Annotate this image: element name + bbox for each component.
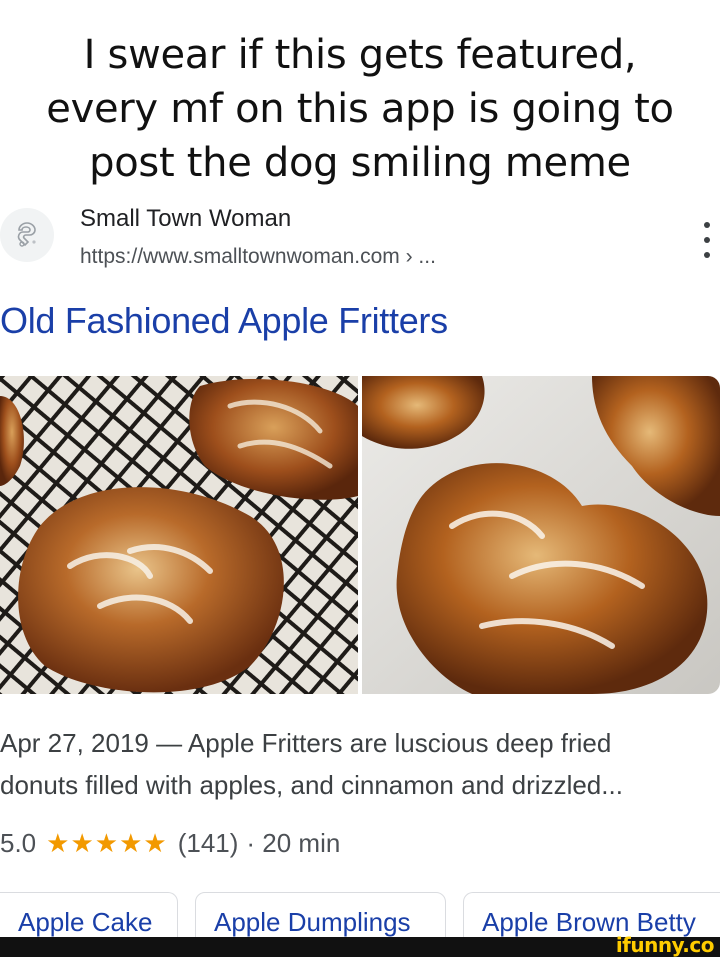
review-count: (141) [177, 828, 239, 858]
caption-line-3: post the dog smiling meme [89, 140, 631, 186]
caption-line-1: I swear if this gets featured, [83, 32, 637, 78]
more-vert-icon[interactable] [694, 222, 720, 258]
snippet-line-1: Apr 27, 2019 — Apple Fritters are luscio… [0, 728, 612, 758]
meme-caption: I swear if this gets featured, every mf … [0, 28, 720, 190]
ifunny-watermark: ifunny.co [615, 933, 715, 957]
result-source[interactable]: Small Town Woman https://www.smalltownwo… [0, 200, 720, 280]
result-images[interactable] [0, 376, 720, 694]
result-snippet: Apr 27, 2019 — Apple Fritters are luscio… [0, 722, 720, 806]
apple-fritters-on-rack-photo[interactable] [0, 376, 358, 694]
apple-fritters-on-parchment-photo[interactable] [362, 376, 720, 694]
rating-row: 5.0 ★★★★★ (141) · 20 min [0, 828, 340, 859]
site-favicon-icon [0, 208, 54, 262]
cook-time: · 20 min [246, 828, 341, 858]
snippet-line-2: donuts filled with apples, and cinnamon … [0, 770, 623, 800]
site-url[interactable]: https://www.smalltownwoman.com › ... [80, 245, 436, 269]
star-rating-icon: ★★★★★ [46, 828, 168, 858]
caption-line-2: every mf on this app is going to [46, 86, 674, 132]
site-name[interactable]: Small Town Woman [80, 205, 291, 233]
related-chips: Apple Cake Apple Dumplings Apple Brown B… [0, 892, 720, 952]
rating-value: 5.0 [0, 828, 37, 858]
result-title-link[interactable]: Old Fashioned Apple Fritters [0, 300, 448, 342]
watermark-bar: ifunny.co [0, 933, 720, 957]
